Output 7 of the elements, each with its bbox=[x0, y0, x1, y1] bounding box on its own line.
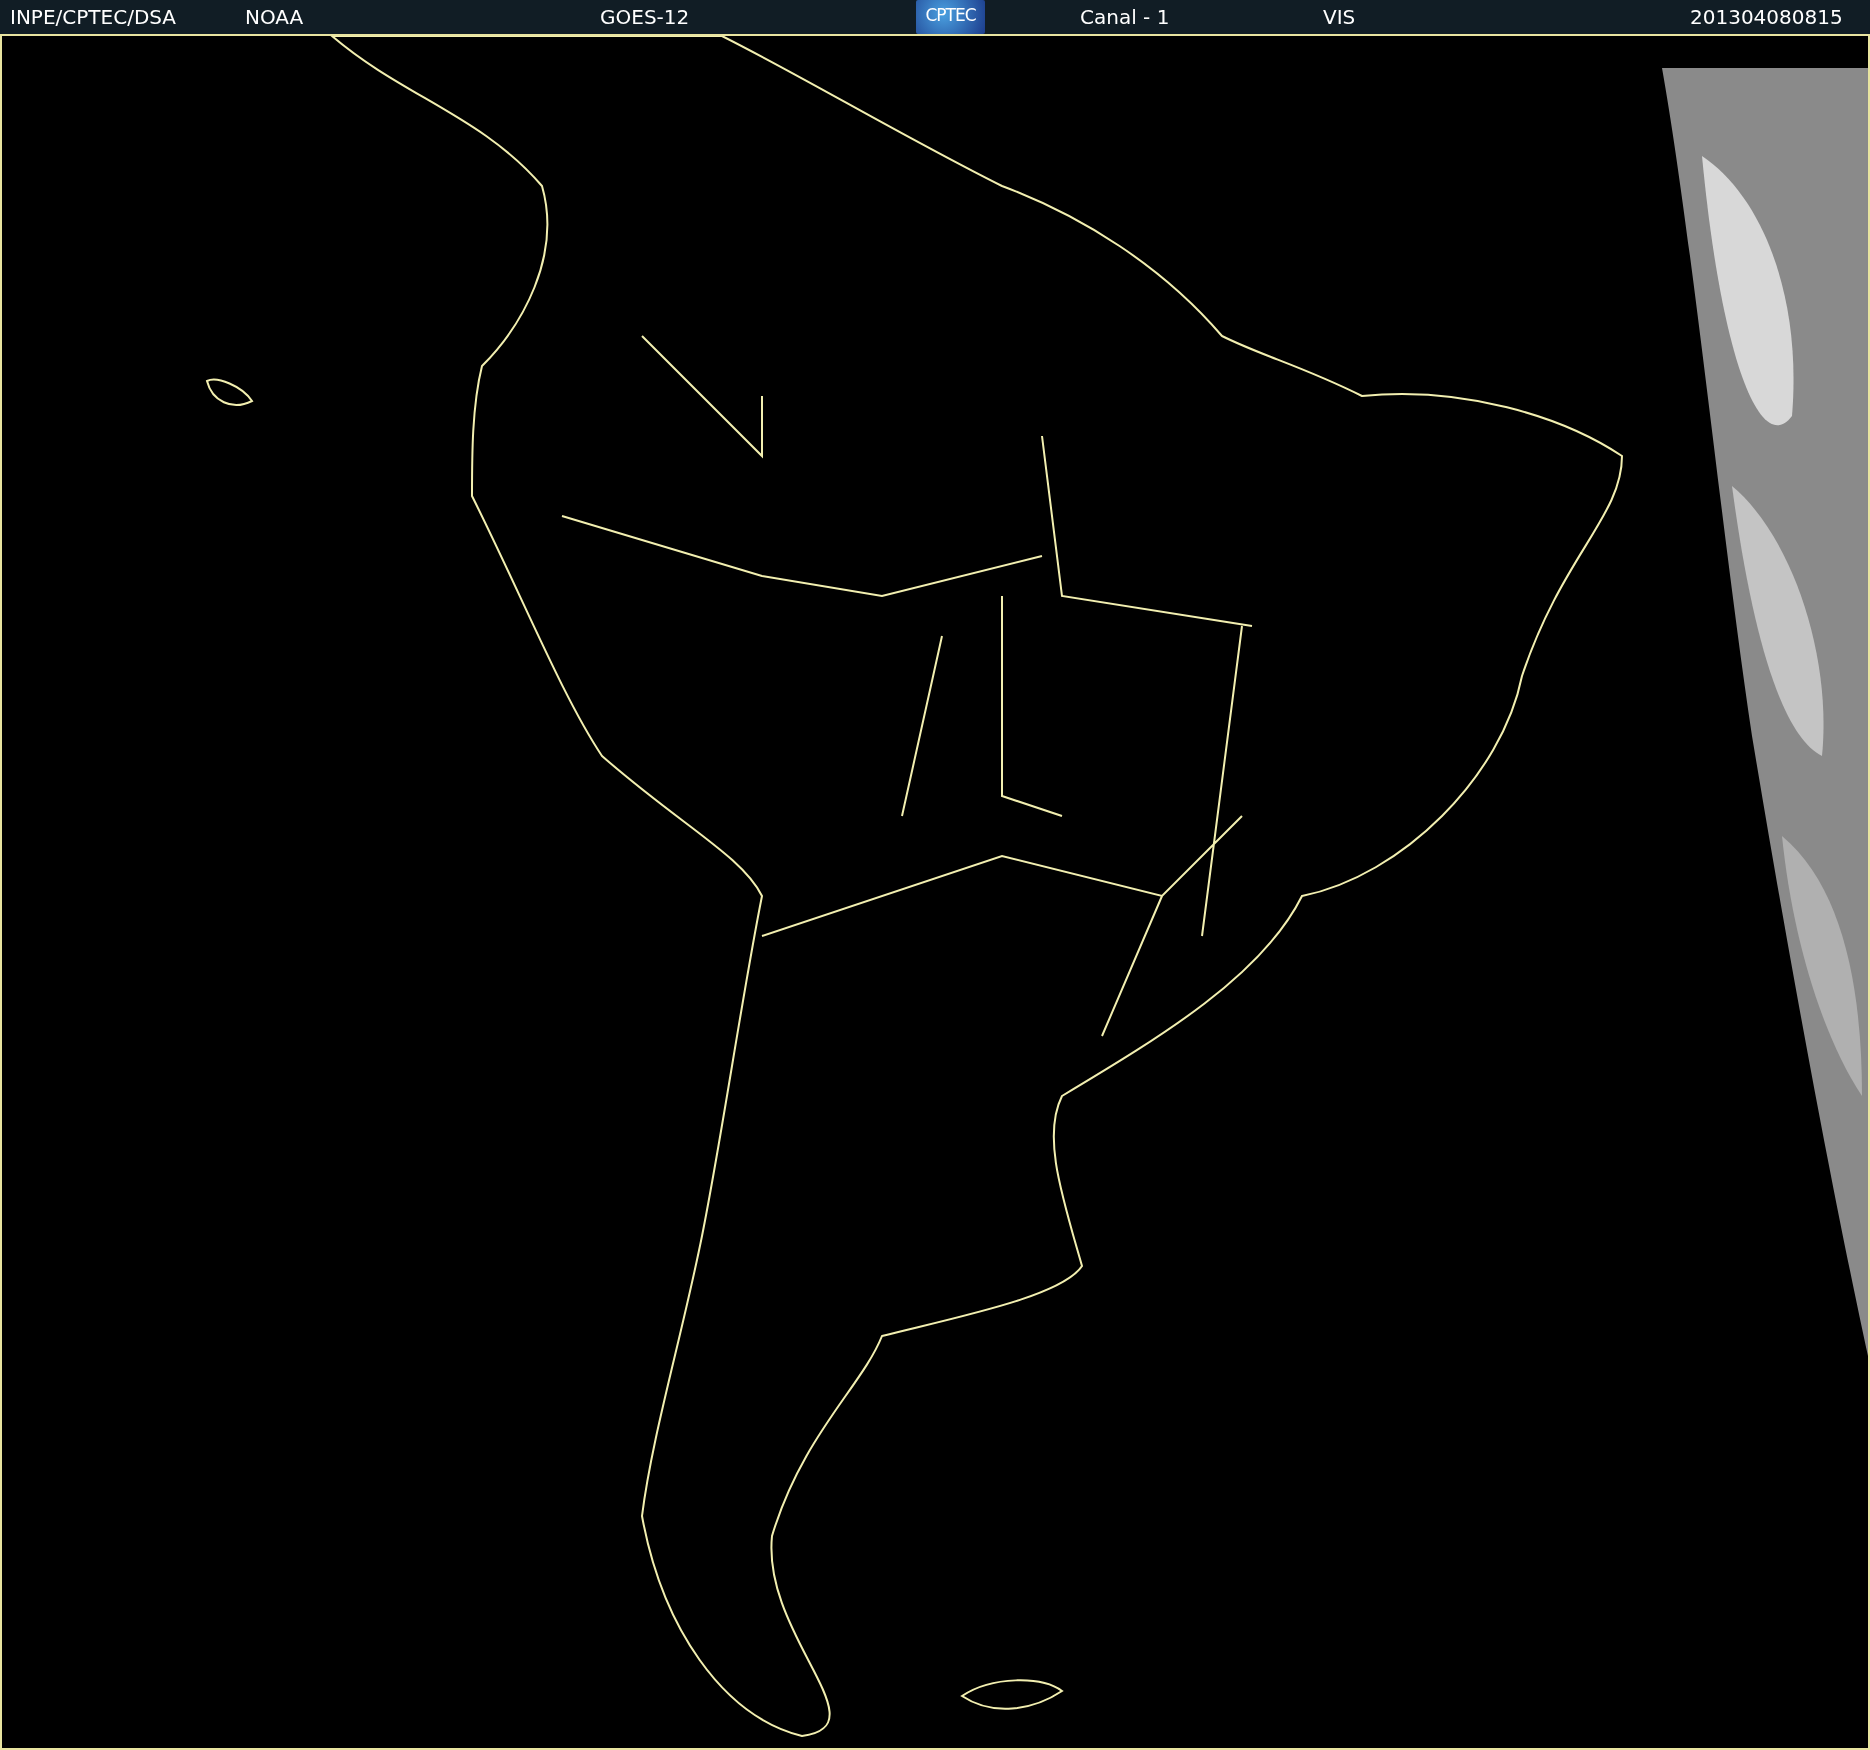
header-text: 201304080815 bbox=[1690, 5, 1843, 29]
header-text: VIS bbox=[1323, 5, 1356, 29]
header-text: Canal - 1 bbox=[1080, 5, 1170, 29]
logo: CPTEC bbox=[916, 0, 985, 34]
header-text: NOAA bbox=[245, 5, 304, 29]
header-text: GOES-12 bbox=[600, 5, 690, 29]
header-text: INPE/CPTEC/DSA bbox=[10, 5, 177, 29]
